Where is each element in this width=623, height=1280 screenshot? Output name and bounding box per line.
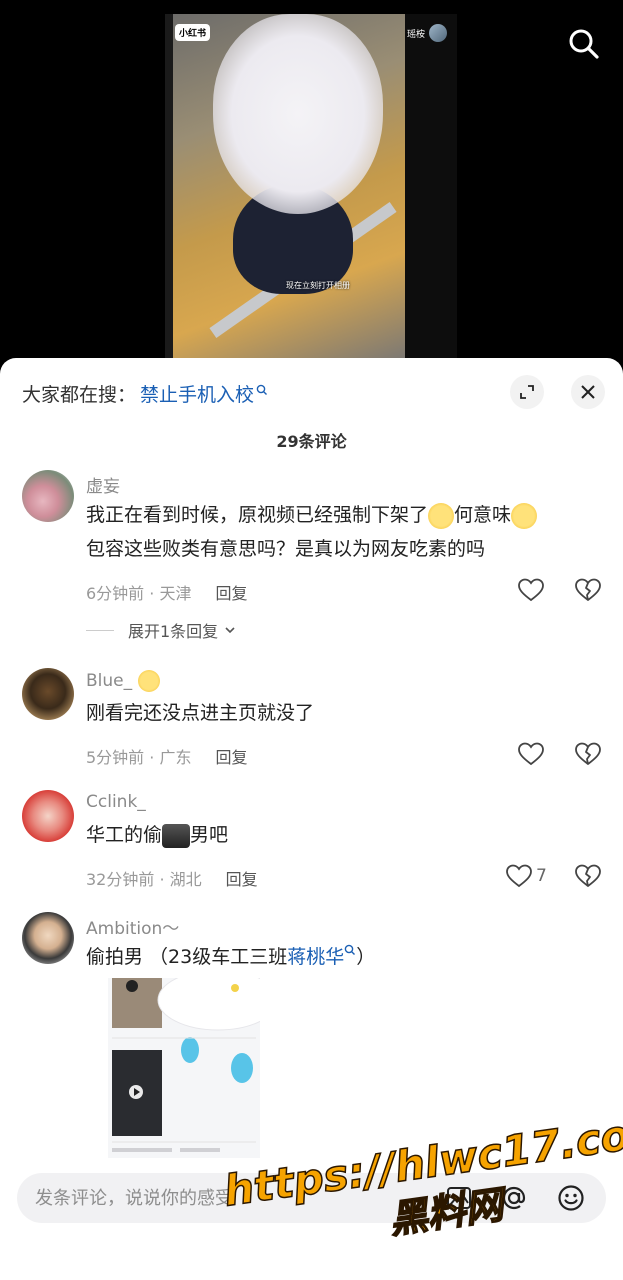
like-button[interactable]	[518, 578, 544, 602]
chevron-down-icon	[225, 627, 235, 634]
close-icon	[581, 385, 595, 399]
comment-text: 我正在看到时候，原视频已经强制下架了 何意味 包容这些败类有意思吗？是真以为网友吃…	[86, 498, 596, 566]
divider	[86, 629, 114, 631]
expand-replies-label: 展开1条回复	[128, 622, 219, 641]
video-side-bar	[405, 14, 457, 360]
comment-time-location: 5分钟前 · 广东	[86, 748, 192, 767]
comment-text: 刚看完还没点进主页就没了	[86, 702, 315, 724]
frown-emoji-icon	[511, 502, 538, 529]
like-count: 7	[536, 866, 547, 886]
comment-text-part: 包容这些败类有意思吗？是真以为网友吃素的吗	[86, 538, 486, 560]
comment-meta: 32分钟前 · 湖北 回复	[86, 866, 258, 890]
broken-heart-icon	[575, 864, 601, 887]
username-text: 虚妄	[86, 477, 120, 497]
username-text: Blue_	[86, 671, 133, 691]
comment-text-part: 我正在看到时候，原视频已经强制下架了	[86, 504, 429, 526]
avatar[interactable]	[22, 912, 74, 964]
mask-emoji-icon	[138, 670, 161, 692]
comment-input-bar[interactable]	[17, 1173, 606, 1223]
close-button[interactable]	[571, 375, 605, 409]
comment-username[interactable]: Cclink_	[86, 792, 146, 812]
broken-heart-icon	[575, 578, 601, 601]
video-author: 瑶桉	[407, 24, 447, 42]
heart-icon	[518, 742, 544, 766]
comment-text-part: 偷拍男 （23级车工三班	[86, 946, 288, 968]
comment-time-location: 6分钟前 · 天津	[86, 584, 192, 603]
comment-text-part: 何意味	[454, 504, 512, 526]
dislike-button[interactable]	[575, 742, 601, 770]
comment-username[interactable]: 虚妄	[86, 472, 120, 497]
expand-button[interactable]	[510, 375, 544, 409]
like-button[interactable]	[518, 742, 544, 766]
dislike-button[interactable]	[575, 864, 601, 892]
expand-icon	[520, 385, 534, 399]
comment-input[interactable]	[35, 1187, 395, 1209]
heart-icon	[506, 864, 532, 888]
comment-text-part: 华工的偷	[86, 824, 163, 846]
camera-flash-emoji-icon	[162, 823, 191, 848]
screenshot-thumbnail	[108, 978, 260, 1158]
video-author-avatar	[429, 24, 447, 42]
video-player[interactable]: 现在立刻打开相册 小红书 瑶桉	[165, 14, 457, 360]
image-upload-button[interactable]	[445, 1184, 473, 1212]
mention-button[interactable]	[500, 1184, 528, 1212]
comment-attached-image[interactable]	[108, 978, 260, 1158]
comment-text-part: 男吧	[190, 824, 229, 846]
comment-username[interactable]: Ambition～	[86, 914, 179, 939]
comment-username[interactable]: Blue_	[86, 670, 161, 692]
video-blur-overlay	[213, 14, 383, 214]
search-icon	[569, 29, 599, 59]
comment-time-location: 32分钟前 · 湖北	[86, 870, 202, 889]
comment-meta: 6分钟前 · 天津 回复	[86, 580, 247, 604]
image-icon	[447, 1187, 471, 1209]
trending-search[interactable]: 大家都在搜： 禁止手机入校	[22, 380, 268, 407]
video-author-name: 瑶桉	[406, 29, 425, 40]
comment-text-part: ）	[356, 946, 376, 968]
expand-replies-button[interactable]: 展开1条回复	[86, 618, 236, 642]
trending-search-prefix: 大家都在搜：	[22, 384, 137, 406]
video-app-logo: 小红书	[175, 24, 211, 41]
heart-icon	[518, 578, 544, 602]
comment-keyword-link[interactable]: 蒋桃华	[287, 946, 344, 968]
smiley-icon	[558, 1185, 584, 1211]
comment-text: 偷拍男 （23级车工三班蒋桃华 ）	[86, 940, 596, 974]
reply-button[interactable]: 回复	[215, 744, 247, 768]
like-button[interactable]: 7	[506, 864, 547, 888]
video-caption: 现在立刻打开相册	[286, 281, 350, 290]
comment-sheet: 大家都在搜： 禁止手机入校 29条评论 虚妄 我正在看到时候，原视频已经强制下架…	[0, 358, 623, 1280]
dislike-button[interactable]	[575, 578, 601, 606]
emoji-button[interactable]	[557, 1184, 585, 1212]
comment-meta: 5分钟前 · 广东 回复	[86, 744, 247, 768]
comment-text: 华工的偷 男吧	[86, 818, 596, 852]
frown-emoji-icon	[428, 502, 455, 529]
avatar[interactable]	[22, 790, 74, 842]
avatar[interactable]	[22, 668, 74, 720]
small-search-icon	[344, 944, 356, 955]
broken-heart-icon	[575, 742, 601, 765]
search-button[interactable]	[566, 26, 602, 62]
trending-search-keyword[interactable]: 禁止手机入校	[140, 380, 254, 407]
username-text: Ambition～	[86, 919, 180, 939]
video-frame-content: 现在立刻打开相册	[173, 14, 405, 360]
avatar[interactable]	[22, 470, 74, 522]
username-text: Cclink_	[86, 792, 146, 812]
at-sign-icon	[502, 1186, 526, 1210]
comment-count: 29条评论	[276, 432, 347, 451]
reply-button[interactable]: 回复	[226, 866, 258, 890]
small-search-icon	[256, 384, 268, 395]
video-area[interactable]: 现在立刻打开相册 小红书 瑶桉	[0, 0, 623, 380]
reply-button[interactable]: 回复	[215, 580, 247, 604]
